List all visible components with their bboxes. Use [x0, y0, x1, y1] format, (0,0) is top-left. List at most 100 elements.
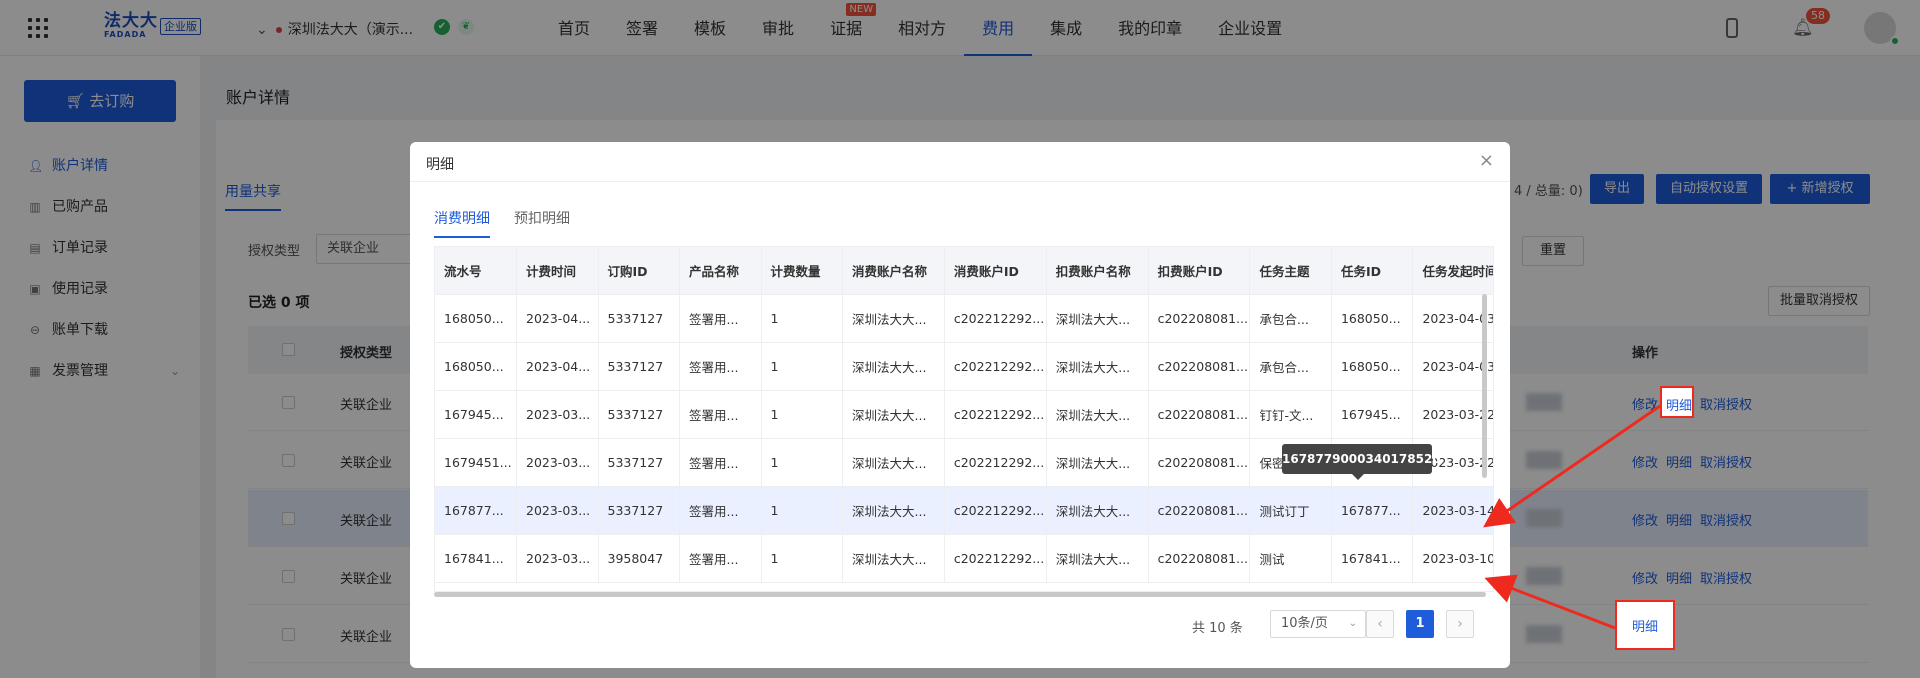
table-cell: 1 [761, 342, 843, 391]
page-size-value: 10条/页 [1281, 616, 1328, 631]
detail-table: 流水号 计费时间 订购ID 产品名称 计费数量 消费账户名称 消费账户ID 扣费账户名称 扣费账… [434, 246, 1494, 592]
table-cell: 深圳法大大... [842, 438, 945, 487]
table-row[interactable]: 167877... 2023-03... 5337127 签署用... 1 深圳法大大..… [435, 486, 1493, 535]
column-header: 任务ID [1331, 247, 1414, 295]
table-row[interactable]: 168050... 2023-04... 5337127 签署用... 1 深圳法大大..… [435, 294, 1493, 343]
horizontal-scrollbar[interactable] [434, 592, 1486, 597]
annotation-box: 明细 [1615, 600, 1675, 650]
table-cell: 深圳法大大... [842, 486, 945, 535]
table-cell: 2023-04... [516, 342, 599, 391]
table-cell: c202208081... [1148, 342, 1251, 391]
table-cell: 签署用... [679, 294, 762, 343]
table-cell: 深圳法大大... [1046, 534, 1149, 583]
tab-consumption-detail[interactable]: 消费明细 [434, 208, 490, 238]
table-cell: 深圳法大大... [842, 534, 945, 583]
column-header: 任务主题 [1249, 247, 1332, 295]
table-row[interactable]: 167841... 2023-03... 3958047 签署用... 1 深圳法大大..… [435, 534, 1493, 583]
table-cell: c202212292... [944, 486, 1047, 535]
table-cell: 167877... [1331, 486, 1414, 535]
column-header: 流水号 [435, 247, 517, 295]
table-cell: 测试订丁 [1249, 486, 1332, 535]
table-cell: 1 [761, 486, 843, 535]
column-header: 扣费账户ID [1148, 247, 1251, 295]
prev-page-button[interactable]: ‹ [1366, 610, 1394, 638]
table-header-row: 流水号 计费时间 订购ID 产品名称 计费数量 消费账户名称 消费账户ID 扣费账户名称 扣费账… [435, 247, 1493, 295]
detail-modal: 明细 × 消费明细 预扣明细 流水号 计费时间 订购ID 产品名称 计费数量 消费账户名称… [410, 142, 1510, 668]
table-cell: 深圳法大大... [842, 342, 945, 391]
tab-prededuction-detail[interactable]: 预扣明细 [514, 208, 570, 228]
table-cell: 深圳法大大... [1046, 294, 1149, 343]
column-header: 计费时间 [516, 247, 599, 295]
table-cell: 167945... [1331, 390, 1414, 439]
table-cell: c202212292... [944, 438, 1047, 487]
table-cell: 167841... [435, 534, 517, 583]
tooltip-arrow [1352, 474, 1364, 480]
table-cell: 签署用... [679, 534, 762, 583]
table-cell: 2023-03... [516, 534, 599, 583]
table-cell: 深圳法大大... [842, 294, 945, 343]
table-row[interactable]: 167945... 2023-03... 5337127 签署用... 1 深圳法大大..… [435, 390, 1493, 439]
table-cell: 深圳法大大... [1046, 438, 1149, 487]
table-cell: 2023-03... [516, 486, 599, 535]
modal-title: 明细 [426, 157, 454, 173]
table-cell: c202212292... [944, 294, 1047, 343]
table-cell: 2023-03-14 ... [1412, 486, 1493, 535]
table-cell: 168050... [1331, 342, 1414, 391]
table-cell: 签署用... [679, 342, 762, 391]
table-cell: 钉钉-文... [1249, 390, 1332, 439]
column-header: 扣费账户名称 [1046, 247, 1149, 295]
table-cell: 3958047 [598, 534, 680, 583]
table-cell: 1 [761, 438, 843, 487]
table-cell: 5337127 [598, 486, 680, 535]
detail-link[interactable]: 明细 [1666, 395, 1692, 414]
table-cell: 5337127 [598, 342, 680, 391]
table-cell: 深圳法大大... [1046, 342, 1149, 391]
table-cell: 2023-03... [516, 390, 599, 439]
table-cell: 签署用... [679, 438, 762, 487]
page-size-select[interactable]: 10条/页 ⌄ [1270, 610, 1366, 638]
table-cell: 2023-04... [516, 294, 599, 343]
table-cell: 2023-03... [516, 438, 599, 487]
table-cell: 测试 [1249, 534, 1332, 583]
pager-total: 共 10 条 [1192, 621, 1243, 636]
table-cell: 承包合... [1249, 342, 1332, 391]
column-header: 任务发起时间 [1412, 247, 1493, 295]
table-cell: c202208081... [1148, 294, 1251, 343]
table-cell: 1 [761, 294, 843, 343]
column-header: 消费账户名称 [842, 247, 945, 295]
table-cell: 167877... [435, 486, 517, 535]
table-cell: c202208081... [1148, 438, 1251, 487]
table-cell: c202208081... [1148, 534, 1251, 583]
next-page-button[interactable]: › [1446, 610, 1474, 638]
column-header: 计费数量 [761, 247, 843, 295]
table-cell: c202208081... [1148, 486, 1251, 535]
table-cell: 签署用... [679, 390, 762, 439]
table-cell: 168050... [1331, 294, 1414, 343]
table-cell: 168050... [435, 294, 517, 343]
modal-header: 明细 × [410, 142, 1510, 182]
column-header: 消费账户ID [944, 247, 1047, 295]
table-cell: 1 [761, 390, 843, 439]
table-cell: c202208081... [1148, 390, 1251, 439]
table-cell: c202212292... [944, 390, 1047, 439]
table-cell: c202212292... [944, 534, 1047, 583]
table-cell: 1 [761, 534, 843, 583]
table-cell: 1679451... [435, 438, 517, 487]
table-cell: 签署用... [679, 486, 762, 535]
table-cell: 承包合... [1249, 294, 1332, 343]
table-cell: 167841... [1331, 534, 1414, 583]
table-row[interactable]: 168050... 2023-04... 5337127 签署用... 1 深圳法大大..… [435, 342, 1493, 391]
column-header: 订购ID [598, 247, 680, 295]
table-cell: 5337127 [598, 438, 680, 487]
table-cell: 深圳法大大... [1046, 390, 1149, 439]
chevron-down-icon: ⌄ [1348, 618, 1357, 629]
detail-link[interactable]: 明细 [1632, 616, 1658, 635]
vertical-scrollbar[interactable] [1482, 294, 1487, 478]
close-icon[interactable]: × [1479, 150, 1494, 171]
table-cell: c202212292... [944, 342, 1047, 391]
table-cell: 2023-03-10 ... [1412, 534, 1493, 583]
table-cell: 167945... [435, 390, 517, 439]
current-page-button[interactable]: 1 [1406, 610, 1434, 638]
table-cell: 深圳法大大... [1046, 486, 1149, 535]
table-cell: 5337127 [598, 390, 680, 439]
